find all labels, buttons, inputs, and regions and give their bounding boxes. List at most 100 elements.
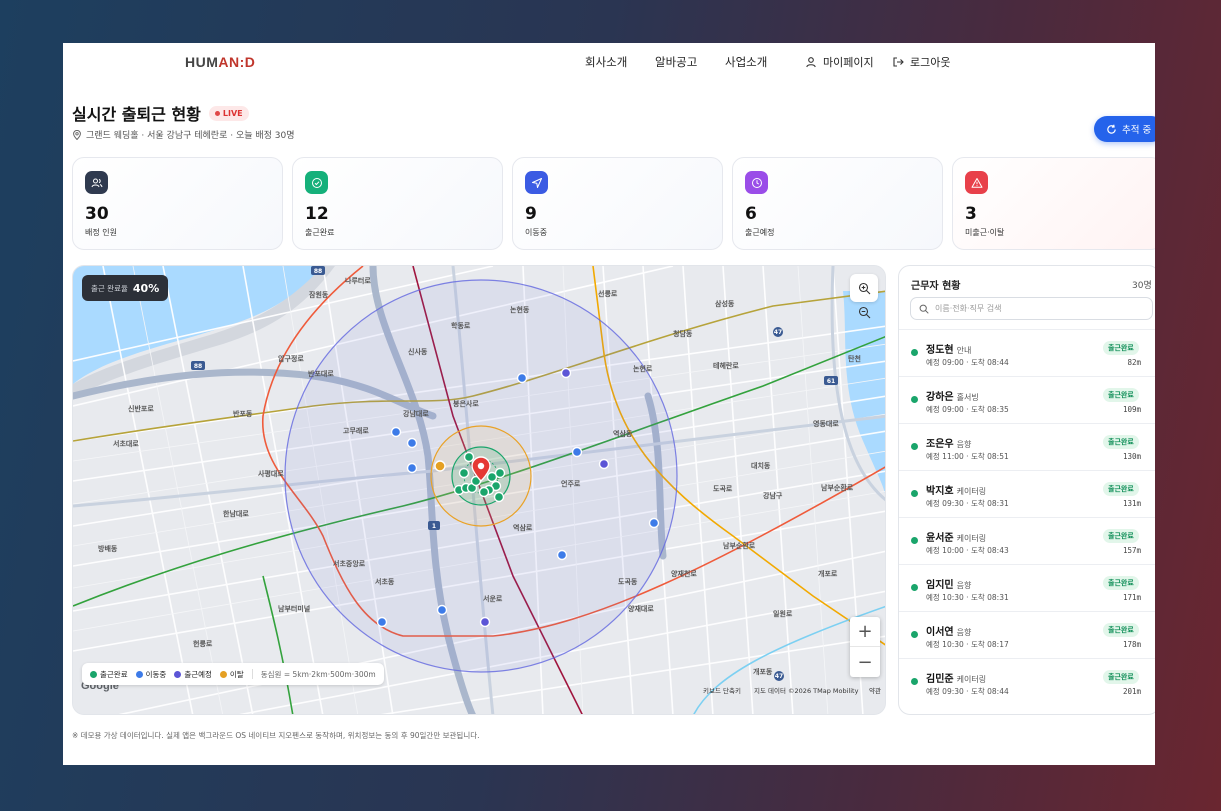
map-label: 압구정로 <box>278 354 304 363</box>
logo-text-right: :D <box>239 54 256 70</box>
worker-time: 예정 09:30 · 도착 08:44 <box>926 687 1009 696</box>
worker-time: 예정 09:30 · 도착 08:31 <box>926 499 1009 508</box>
svg-text:47: 47 <box>775 673 783 680</box>
attendance-rate-pill: 출근 완료율 40% <box>82 275 169 301</box>
worker-name: 이서연 음향 <box>926 627 972 638</box>
logo-text-accent: AN <box>218 54 240 70</box>
worker-row[interactable]: 임지민 음향 예정 10:30 · 도착 08:31 출근완료 171m <box>899 564 1155 611</box>
map-label: 테헤란로 <box>713 361 739 370</box>
legend-item: 출근예정 <box>174 669 212 680</box>
nav-business[interactable]: 사업소개 <box>725 54 767 70</box>
status-dot-icon <box>911 490 918 497</box>
map-label: 고무래로 <box>343 426 369 435</box>
legend-label: 출근완료 <box>100 669 128 679</box>
nav-jobs[interactable]: 알바공고 <box>655 54 697 70</box>
legend-label: 출근예정 <box>184 669 212 679</box>
worker-distance: 82m <box>1127 358 1141 367</box>
map-zoom-control[interactable]: + − <box>850 617 880 677</box>
mypage-button[interactable]: 마이페이지 <box>805 54 874 70</box>
map-label: 언주로 <box>561 479 581 488</box>
mypage-label: 마이페이지 <box>823 56 874 69</box>
map-label: 역삼동 <box>613 429 633 438</box>
logout-button[interactable]: 로그아웃 <box>892 54 950 70</box>
map-label: 영동대로 <box>813 419 839 428</box>
worker-row[interactable]: 윤서준 케이터링 예정 10:00 · 도착 08:43 출근완료 157m <box>899 517 1155 564</box>
status-badge: 출근완료 <box>1103 341 1139 355</box>
zoom-in-icon <box>858 282 870 294</box>
worker-row[interactable]: 강하은 홀서빙 예정 09:00 · 도착 08:35 출근완료 109m <box>899 376 1155 423</box>
zoom-out-button[interactable] <box>850 298 878 326</box>
map-label: 반포동 <box>233 409 253 418</box>
panel-title: 근무자 현황 <box>911 281 961 292</box>
map-legend: 출근완료 이동중 출근예정 이탈 동심원 = 5km·2km·500m·300m <box>82 663 384 685</box>
worker-row[interactable]: 조은우 음향 예정 11:00 · 도착 08:51 출근완료 130m <box>899 423 1155 470</box>
map-zoom-plus-button[interactable]: + <box>850 617 880 647</box>
worker-row[interactable]: 정도현 안내 예정 09:00 · 도착 08:44 출근완료 82m <box>899 329 1155 376</box>
stat-label: 이동중 <box>525 228 548 237</box>
nav-company[interactable]: 회사소개 <box>585 54 627 70</box>
live-map[interactable]: 잠원동 나루터로 논현동 학동로 신사동 압구정로 청담동 삼성동 봉은사로 선… <box>72 265 886 715</box>
map-label: 사평대로 <box>258 469 284 478</box>
stat-label: 출근예정 <box>745 228 775 237</box>
map-zoom-minus-button[interactable]: − <box>850 647 880 677</box>
legend-dot-icon <box>219 670 227 678</box>
stat-value: 9 <box>525 204 537 224</box>
status-badge: 출근완료 <box>1103 670 1139 684</box>
worker-name: 조은우 음향 <box>926 439 972 450</box>
stat-value: 12 <box>305 204 329 224</box>
map-label: 신반포로 <box>128 404 154 413</box>
keyboard-shortcuts-link[interactable]: 키보드 단축키 <box>703 685 741 695</box>
map-data-attribution: 지도 데이터 ©2026 TMap Mobility <box>754 687 859 695</box>
stat-value: 30 <box>85 204 109 224</box>
stat-card-absent: 3 미출근·이탈 <box>952 157 1155 250</box>
worker-distance: 171m <box>1122 593 1141 602</box>
map-label: 헌릉로 <box>193 639 213 648</box>
svg-text:88: 88 <box>314 268 322 275</box>
worker-search-input[interactable]: 이름·전화·직무 검색 <box>910 297 1153 320</box>
map-label: 양재대로 <box>628 604 654 613</box>
map-label: 서운로 <box>483 594 503 603</box>
terms-link[interactable]: 약관 <box>869 685 881 695</box>
status-dot-icon <box>911 349 918 356</box>
status-badge: 출근완료 <box>1103 529 1139 543</box>
worker-role: 음향 <box>956 581 972 590</box>
worker-count: 30명 <box>1132 281 1152 291</box>
legend-label: 이동중 <box>145 669 167 679</box>
brand-logo[interactable]: HUMAN:D <box>185 54 255 70</box>
map-canvas[interactable]: 잠원동 나루터로 논현동 학동로 신사동 압구정로 청담동 삼성동 봉은사로 선… <box>73 266 886 715</box>
map-label: 나루터로 <box>345 276 371 285</box>
tracking-button[interactable]: 추적 중 <box>1094 116 1155 142</box>
map-label: 양재천로 <box>671 569 697 578</box>
map-label: 남부순환로 <box>723 541 756 550</box>
worker-role: 안내 <box>956 346 972 355</box>
worker-name: 정도현 안내 <box>926 345 972 356</box>
map-label: 개포로 <box>818 569 838 578</box>
worker-name: 박지호 케이터링 <box>926 486 987 497</box>
map-label: 방배동 <box>98 544 118 553</box>
map-label: 남부터미널 <box>278 604 310 613</box>
status-badge: 출근완료 <box>1103 482 1139 496</box>
logout-label: 로그아웃 <box>910 56 951 69</box>
status-dot-icon <box>911 584 918 591</box>
legend-item: 이탈 <box>219 669 244 680</box>
clock-icon <box>745 171 768 194</box>
map-label: 봉은사로 <box>453 399 479 408</box>
worker-role: 케이터링 <box>956 675 987 684</box>
location-pin-icon <box>73 129 81 140</box>
worker-row[interactable]: 김민준 케이터링 예정 09:30 · 도착 08:44 출근완료 201m <box>899 658 1155 705</box>
app-window: HUMAN:D 회사소개 알바공고 사업소개 마이페이지 로그아웃 실시간 출퇴… <box>63 43 1155 765</box>
worker-time: 예정 11:00 · 도착 08:51 <box>926 452 1009 461</box>
live-label: LIVE <box>222 108 243 118</box>
worker-row[interactable]: 이서연 음향 예정 10:30 · 도착 08:17 출근완료 178m <box>899 611 1155 658</box>
worker-distance: 178m <box>1122 640 1141 649</box>
map-label: 역삼로 <box>513 523 533 532</box>
svg-text:61: 61 <box>827 378 835 385</box>
navigation-icon <box>525 171 548 194</box>
rate-label: 출근 완료율 <box>91 283 128 293</box>
worker-row[interactable]: 박지호 케이터링 예정 09:30 · 도착 08:31 출근완료 131m <box>899 470 1155 517</box>
users-icon <box>85 171 108 194</box>
legend-note: 동심원 = 5km·2km·500m·300m <box>260 669 376 679</box>
stat-value: 6 <box>745 204 757 224</box>
map-label: 남부순환로 <box>821 483 854 492</box>
stat-label: 출근완료 <box>305 228 335 237</box>
